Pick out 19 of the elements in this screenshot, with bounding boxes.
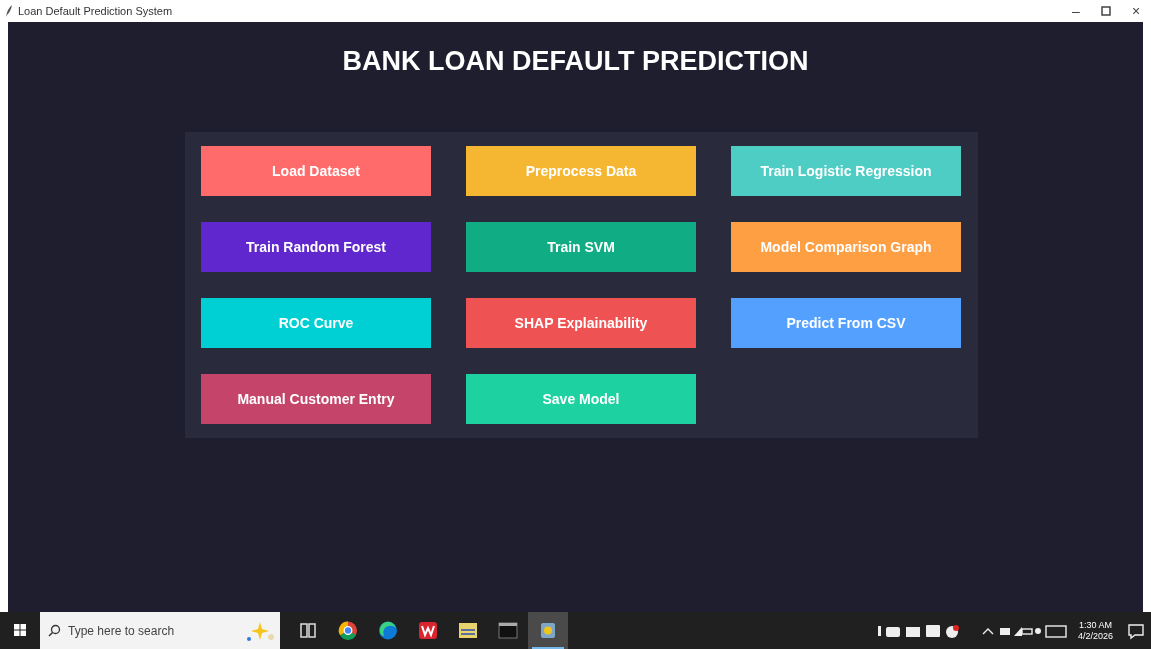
action-button[interactable]: Predict From CSV	[731, 298, 961, 348]
clock-time[interactable]: 1:30 AM	[1077, 619, 1113, 631]
minimize-button[interactable]: –	[1061, 0, 1091, 22]
search-field[interactable]: Type here to search	[40, 612, 240, 649]
action-button[interactable]: Load Dataset	[201, 146, 431, 196]
action-button[interactable]: Model Comparison Graph	[731, 222, 961, 272]
clock-date[interactable]: 4/2/2026	[1077, 630, 1113, 642]
feather-icon	[4, 4, 14, 18]
action-button[interactable]: Preprocess Data	[466, 146, 696, 196]
action-button[interactable]: Train Logistic Regression	[731, 146, 961, 196]
action-button[interactable]: SHAP Explainability	[466, 298, 696, 348]
app-heading: BANK LOAN DEFAULT PREDICTION	[342, 46, 809, 76]
action-button[interactable]: Manual Customer Entry	[201, 374, 431, 424]
action-button[interactable]: Train Random Forest	[201, 222, 431, 272]
action-button[interactable]: Save Model	[466, 374, 696, 424]
action-button[interactable]: Train SVM	[466, 222, 696, 272]
close-button[interactable]: ×	[1121, 0, 1151, 22]
action-button[interactable]: ROC Curve	[201, 298, 431, 348]
window-title: Loan Default Prediction System	[18, 3, 173, 19]
